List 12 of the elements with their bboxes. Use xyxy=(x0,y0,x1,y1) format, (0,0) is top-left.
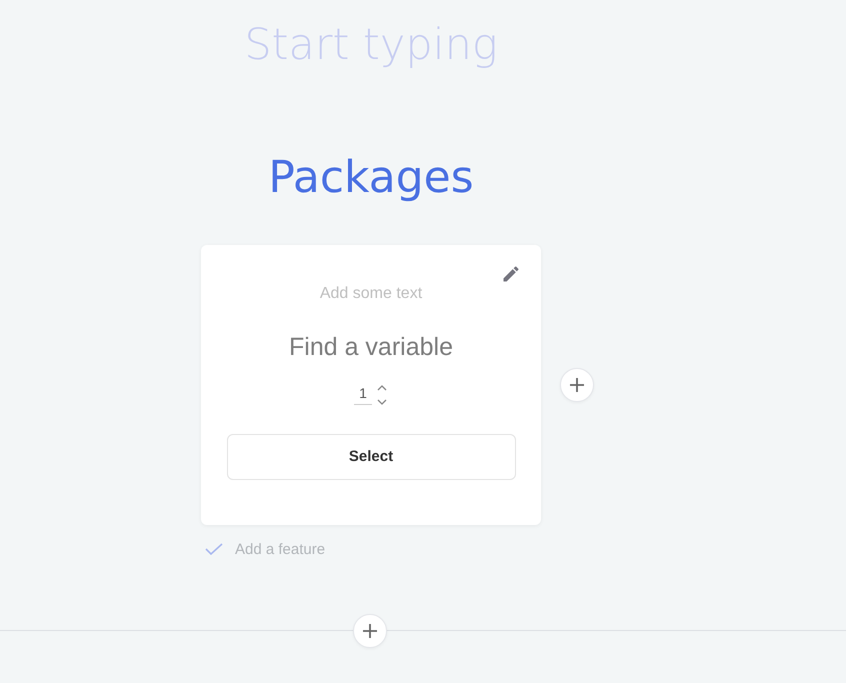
description-field[interactable]: Add some text xyxy=(251,284,491,303)
select-button[interactable]: Select xyxy=(226,434,516,480)
name-field[interactable]: Find a variable xyxy=(241,332,501,362)
plus-icon xyxy=(569,376,585,393)
check-icon xyxy=(205,542,223,556)
quantity-value[interactable]: 1 xyxy=(354,384,372,405)
pencil-icon[interactable] xyxy=(501,264,521,284)
plus-icon xyxy=(362,622,378,639)
feature-field[interactable]: Add a feature xyxy=(235,540,435,558)
heading: Packages xyxy=(268,152,474,205)
add-button[interactable] xyxy=(353,614,387,648)
add-button[interactable] xyxy=(560,368,594,402)
